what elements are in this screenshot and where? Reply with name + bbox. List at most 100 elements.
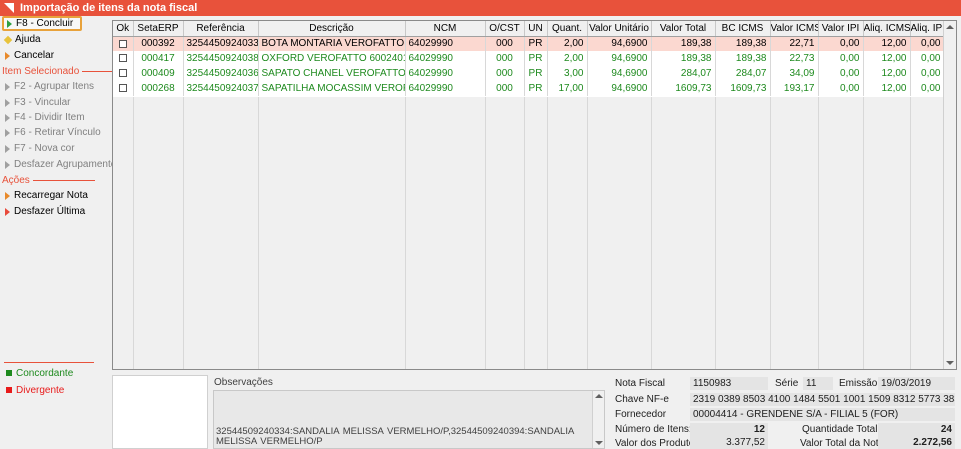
col-header-valor-total[interactable]: Valor Total [651,21,716,37]
nova-cor-button[interactable]: F7 - Nova cor [2,141,75,156]
col-header-un[interactable]: UN [524,21,548,37]
table-row[interactable]: 000268 32544509240370 SAPATILHA MOCASSIM… [113,81,945,96]
cancelar-button[interactable]: Cancelar [2,48,54,63]
cell-valor-unitario: 94,6900 [587,66,652,81]
cell-setaerp: 000268 [133,81,184,96]
cell-valor-ipi: 0,00 [818,66,864,81]
cell-aliq-icms: 12,00 [863,36,911,51]
vincular-label: F3 - Vincular [14,97,71,108]
legend-divider [4,362,94,363]
green-square-icon [6,370,12,376]
column-line [651,97,652,369]
observacoes-field[interactable]: 32544509240334:SANDALIA MELISSA VERMELHO… [213,390,605,449]
desfazer-ultima-label: Desfazer Última [14,206,86,217]
cell-quant: 2,00 [547,36,588,51]
desfazer-ultima-button[interactable]: Desfazer Última [2,204,85,219]
play-icon [5,144,10,153]
image-preview-box [112,375,208,449]
column-line [258,97,259,369]
nota-fiscal-label: Nota Fiscal [615,378,666,389]
reload-icon [5,191,10,200]
cell-bc-icms: 189,38 [715,51,771,66]
cell-ncm: 64029990 [405,81,486,96]
col-header-ok[interactable]: Ok [113,21,134,37]
col-header-aliq-ipi[interactable]: Aliq. IPI [910,21,945,37]
retirar-vinculo-button[interactable]: F6 - Retirar Vínculo [2,125,101,140]
observacoes-scrollbar[interactable] [592,391,604,448]
title-bar: Importação de itens da nota fiscal [0,0,961,16]
cell-aliq-ipi: 0,00 [910,36,945,51]
serie-value: 11 [803,377,833,390]
checkbox[interactable] [118,69,127,78]
concluir-label: F8 - Concluir [16,18,74,29]
cell-ocst: 000 [485,36,525,51]
cell-valor-icms: 22,73 [770,51,819,66]
items-grid[interactable]: Ok SetaERP Referência Descrição NCM O/CS… [112,20,957,370]
table-row[interactable]: 000409 32544509240360 SAPATO CHANEL VERO… [113,66,945,81]
col-header-quant[interactable]: Quant. [547,21,588,37]
legend-concordante: Concordante [2,366,73,380]
ajuda-button[interactable]: Ajuda [2,32,41,47]
table-row[interactable]: 000417 32544509240380 OXFORD VEROFATTO 6… [113,51,945,66]
cell-quant: 17,00 [547,81,588,96]
col-header-valor-icms[interactable]: Valor ICMS [770,21,819,37]
play-icon [5,113,10,122]
concluir-button[interactable]: F8 - Concluir [2,16,82,31]
col-header-valor-ipi[interactable]: Valor IPI [818,21,864,37]
row-checkbox[interactable] [113,66,134,81]
serie-label: Série [775,378,799,389]
cell-aliq-icms: 12,00 [863,81,911,96]
scroll-down-icon[interactable] [595,441,603,445]
chave-nfe-label: Chave NF-e [615,394,669,405]
cell-valor-unitario: 94,6900 [587,81,652,96]
checkbox[interactable] [118,39,127,48]
col-header-valor-unitario[interactable]: Valor Unitário [587,21,652,37]
cell-valor-icms: 22,71 [770,36,819,51]
row-checkbox[interactable] [113,51,134,66]
recarregar-nota-button[interactable]: Recarregar Nota [2,188,88,203]
cell-setaerp: 000409 [133,66,184,81]
column-line [863,97,864,369]
cell-valor-icms: 193,17 [770,81,819,96]
col-header-setaerp[interactable]: SetaERP [133,21,184,37]
app-logo-icon [4,3,14,13]
cell-aliq-icms: 12,00 [863,51,911,66]
col-header-bc-icms[interactable]: BC ICMS [715,21,771,37]
qtd-total-value: 24 [878,423,955,436]
cell-referencia: 32544509240370 [183,81,259,96]
cell-setaerp: 000417 [133,51,184,66]
cell-ocst: 000 [485,66,525,81]
col-header-descricao[interactable]: Descrição [258,21,406,37]
col-header-ncm[interactable]: NCM [405,21,486,37]
cell-valor-ipi: 0,00 [818,81,864,96]
cell-descricao: SAPATILHA MOCASSIM VEROFATTO [258,81,406,96]
desfazer-agrupamento-button[interactable]: Desfazer Agrupamento [2,157,116,172]
row-checkbox[interactable] [113,81,134,96]
row-checkbox[interactable] [113,36,134,51]
checkbox[interactable] [118,84,127,93]
cell-aliq-icms: 12,00 [863,66,911,81]
column-line [715,97,716,369]
sidebar: F8 - Concluir Ajuda Cancelar Item Seleci… [0,16,123,449]
grid-vertical-scrollbar[interactable] [943,21,956,369]
table-header-row: Ok SetaERP Referência Descrição NCM O/CS… [113,21,945,37]
col-header-ocst[interactable]: O/CST [485,21,525,37]
cell-setaerp: 000392 [133,36,184,51]
undo-icon [5,207,10,216]
scroll-up-icon[interactable] [595,394,603,398]
agrupar-itens-button[interactable]: F2 - Agrupar Itens [2,79,94,94]
scroll-up-icon[interactable] [946,25,954,29]
table-row[interactable]: 000392 32544509240334 BOTA MONTARIA VERO… [113,36,945,51]
cell-valor-unitario: 94,6900 [587,36,652,51]
col-header-referencia[interactable]: Referência [183,21,259,37]
dividir-item-button[interactable]: F4 - Dividir Item [2,110,85,125]
vincular-button[interactable]: F3 - Vincular [2,95,71,110]
valor-produtos-label: Valor dos Produtos [615,438,700,449]
scroll-down-icon[interactable] [946,361,954,365]
observacoes-label: Observações [214,377,273,388]
cell-ocst: 000 [485,51,525,66]
col-header-aliq-icms[interactable]: Aliq. ICMS [863,21,911,37]
cell-valor-total: 284,07 [651,66,716,81]
play-icon [5,82,10,91]
checkbox[interactable] [118,54,127,63]
